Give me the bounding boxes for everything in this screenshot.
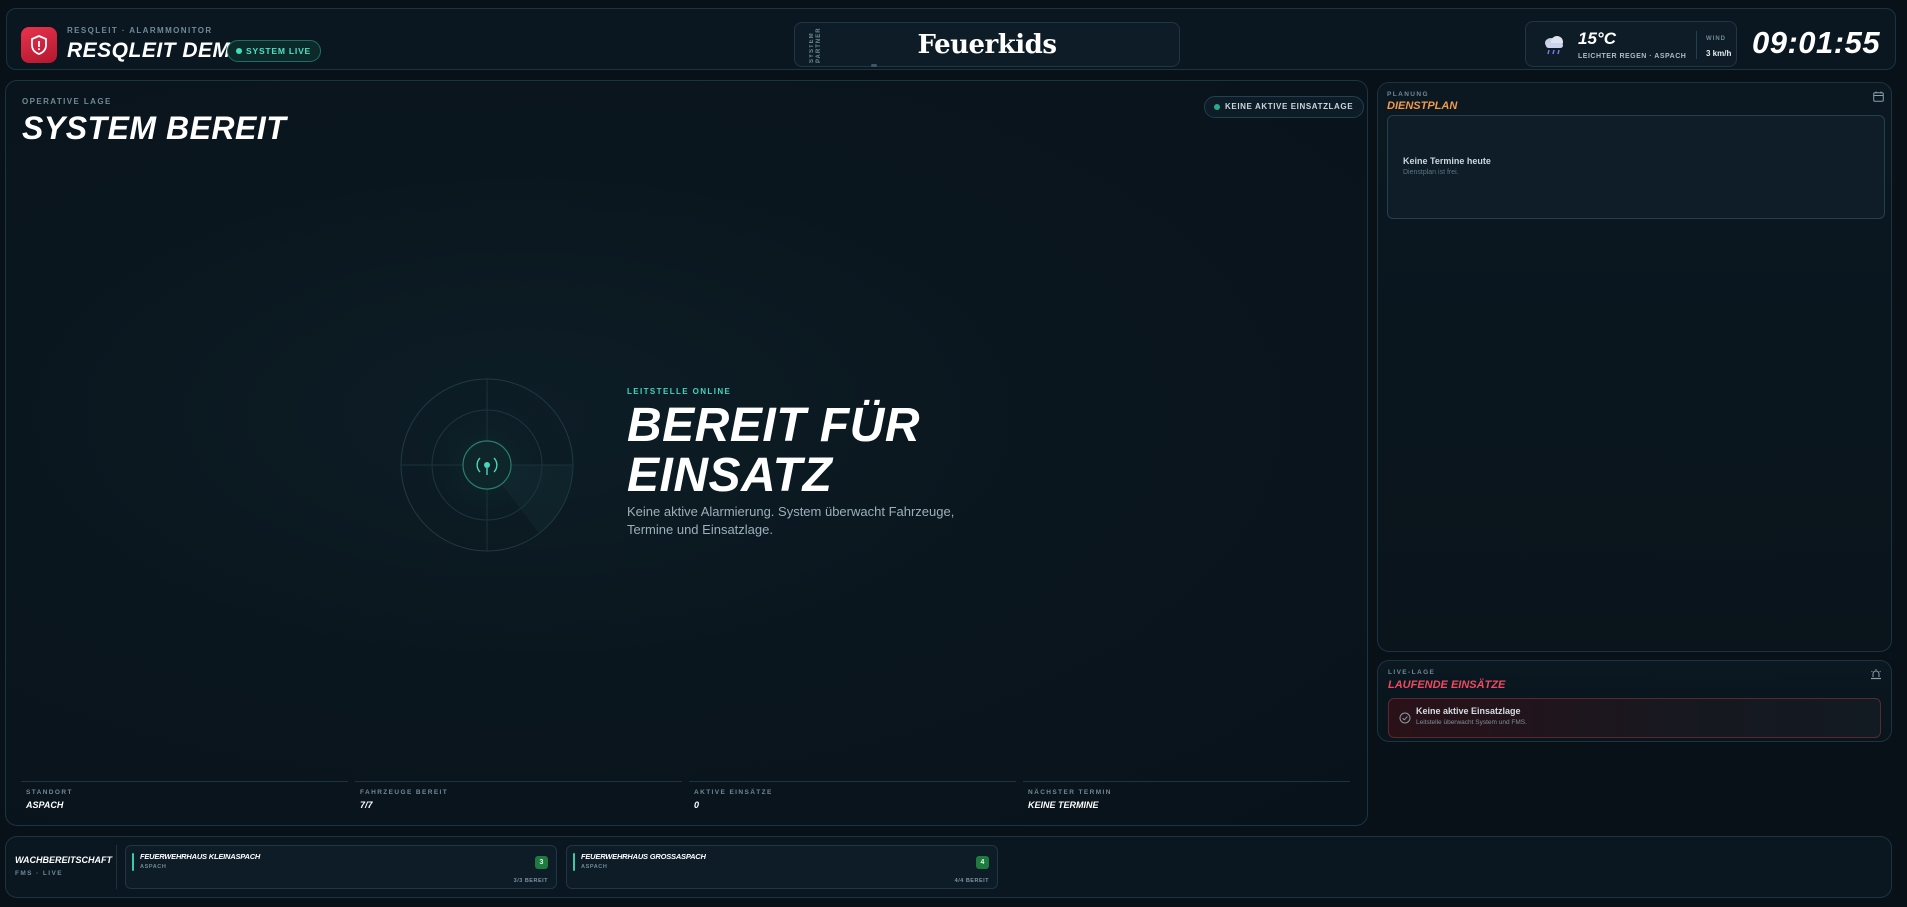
live-badge-label: SYSTEM LIVE bbox=[246, 46, 312, 56]
stat-naechster-termin: NÄCHSTER TERMIN KEINE TERMINE bbox=[1023, 781, 1350, 810]
status-dot-icon bbox=[1214, 104, 1220, 110]
stat-label: FAHRZEUGE BEREIT bbox=[360, 789, 449, 796]
section-title: WACHBEREITSCHAFT bbox=[15, 855, 112, 865]
station-location: ASPACH bbox=[140, 864, 167, 870]
stat-value: KEINE TERMINE bbox=[1028, 800, 1099, 810]
section-title: LAUFENDE EINSÄTZE bbox=[1388, 679, 1506, 691]
stat-label: AKTIVE EINSÄTZE bbox=[694, 789, 773, 796]
dienstplan-panel: PLANUNG DIENSTPLAN Keine Termine heute D… bbox=[1377, 82, 1892, 652]
radar-icon bbox=[400, 378, 574, 552]
station-name: FEUERWEHRHAUS KLEINASPACH bbox=[140, 852, 261, 861]
brand-title: RESQLEIT DEMO bbox=[67, 39, 248, 62]
station-name: FEUERWEHRHAUS GROSSASPACH bbox=[581, 852, 706, 861]
clock: 09:01:55 bbox=[1752, 25, 1881, 60]
wind-value: 3 km/h bbox=[1706, 49, 1732, 58]
brand-subtitle: RESQLEIT · ALARMMONITOR bbox=[67, 26, 213, 35]
wachbereitschaft-bar: WACHBEREITSCHAFT FMS · LIVE FEUERWEHRHAU… bbox=[5, 836, 1892, 898]
laufende-einsaetze-panel: LIVE-LAGE LAUFENDE EINSÄTZE Keine aktive… bbox=[1377, 660, 1892, 742]
card-title: Keine Termine heute bbox=[1403, 156, 1491, 166]
temperature: 15°C bbox=[1578, 29, 1616, 48]
check-circle-icon bbox=[1399, 712, 1411, 724]
station-card-grossaspach[interactable]: FEUERWEHRHAUS GROSSASPACH ASPACH 4 4/4 B… bbox=[566, 845, 998, 889]
einsatz-status-card: Keine aktive Einsatzlage Leitstelle über… bbox=[1388, 698, 1881, 738]
siren-icon[interactable] bbox=[1870, 669, 1882, 680]
stat-value: 7/7 bbox=[360, 800, 373, 810]
operative-lage-panel: OPERATIVE LAGE SYSTEM BEREIT KEINE AKTIV… bbox=[5, 80, 1368, 826]
vehicle-count-badge: 4 bbox=[976, 856, 989, 869]
system-partner: SYSTEM PARTNER Feuerkids bbox=[794, 22, 1180, 67]
section-label: PLANUNG bbox=[1387, 91, 1429, 98]
ready-title-line1: BEREIT FÜR bbox=[627, 399, 920, 452]
top-bar: RESQLEIT · ALARMMONITOR RESQLEIT DEMO SY… bbox=[6, 8, 1896, 70]
stat-value: ASPACH bbox=[26, 800, 64, 810]
stat-standort: STANDORT ASPACH bbox=[21, 781, 348, 810]
partner-indicator bbox=[871, 64, 877, 67]
weather-description: LEICHTER REGEN · ASPACH bbox=[1578, 53, 1687, 60]
section-label: OPERATIVE LAGE bbox=[22, 97, 112, 106]
page-title: SYSTEM BEREIT bbox=[22, 110, 287, 146]
station-ready-status: 3/3 BEREIT bbox=[513, 878, 548, 884]
stat-aktive-einsaetze: AKTIVE EINSÄTZE 0 bbox=[689, 781, 1016, 810]
station-location: ASPACH bbox=[581, 864, 608, 870]
shield-alert-icon bbox=[31, 35, 47, 55]
status-badge: KEINE AKTIVE EINSATZLAGE bbox=[1204, 96, 1365, 118]
station-status-bar bbox=[132, 853, 134, 871]
status-badge-label: KEINE AKTIVE EINSATZLAGE bbox=[1225, 102, 1354, 111]
card-text: Dienstplan ist frei. bbox=[1403, 169, 1459, 176]
card-text: Leitstelle überwacht System und FMS. bbox=[1416, 719, 1527, 726]
section-title: DIENSTPLAN bbox=[1387, 100, 1458, 112]
partner-logo: Feuerkids bbox=[917, 30, 1057, 60]
stat-value: 0 bbox=[694, 800, 700, 810]
divider bbox=[116, 845, 117, 889]
divider bbox=[1696, 31, 1697, 59]
station-card-kleinaspach[interactable]: FEUERWEHRHAUS KLEINASPACH ASPACH 3 3/3 B… bbox=[125, 845, 557, 889]
station-status-bar bbox=[573, 853, 575, 871]
weather-widget: 15°C LEICHTER REGEN · ASPACH WIND 3 km/h bbox=[1525, 21, 1737, 67]
live-dot-icon bbox=[236, 48, 242, 54]
ready-description: Keine aktive Alarmierung. System überwac… bbox=[627, 504, 955, 537]
stat-label: NÄCHSTER TERMIN bbox=[1028, 789, 1112, 796]
section-subtitle: FMS · LIVE bbox=[15, 870, 63, 877]
dienstplan-card: Keine Termine heute Dienstplan ist frei. bbox=[1387, 115, 1885, 219]
rain-cloud-icon bbox=[1545, 36, 1563, 55]
ready-subtitle: LEITSTELLE ONLINE bbox=[627, 387, 732, 396]
vehicle-count-badge: 3 bbox=[535, 856, 548, 869]
stat-fahrzeuge: FAHRZEUGE BEREIT 7/7 bbox=[355, 781, 682, 810]
station-ready-status: 4/4 BEREIT bbox=[954, 878, 989, 884]
ready-title: BEREIT FÜR EINSATZ bbox=[627, 401, 957, 501]
ready-title-line2: EINSATZ bbox=[627, 449, 833, 502]
wind-label: WIND bbox=[1706, 36, 1726, 42]
system-live-badge: SYSTEM LIVE bbox=[227, 40, 322, 62]
calendar-icon[interactable] bbox=[1873, 91, 1884, 102]
section-label: LIVE-LAGE bbox=[1388, 669, 1436, 676]
stat-label: STANDORT bbox=[26, 789, 73, 796]
card-title: Keine aktive Einsatzlage bbox=[1416, 706, 1521, 716]
brand-logo bbox=[21, 27, 57, 63]
